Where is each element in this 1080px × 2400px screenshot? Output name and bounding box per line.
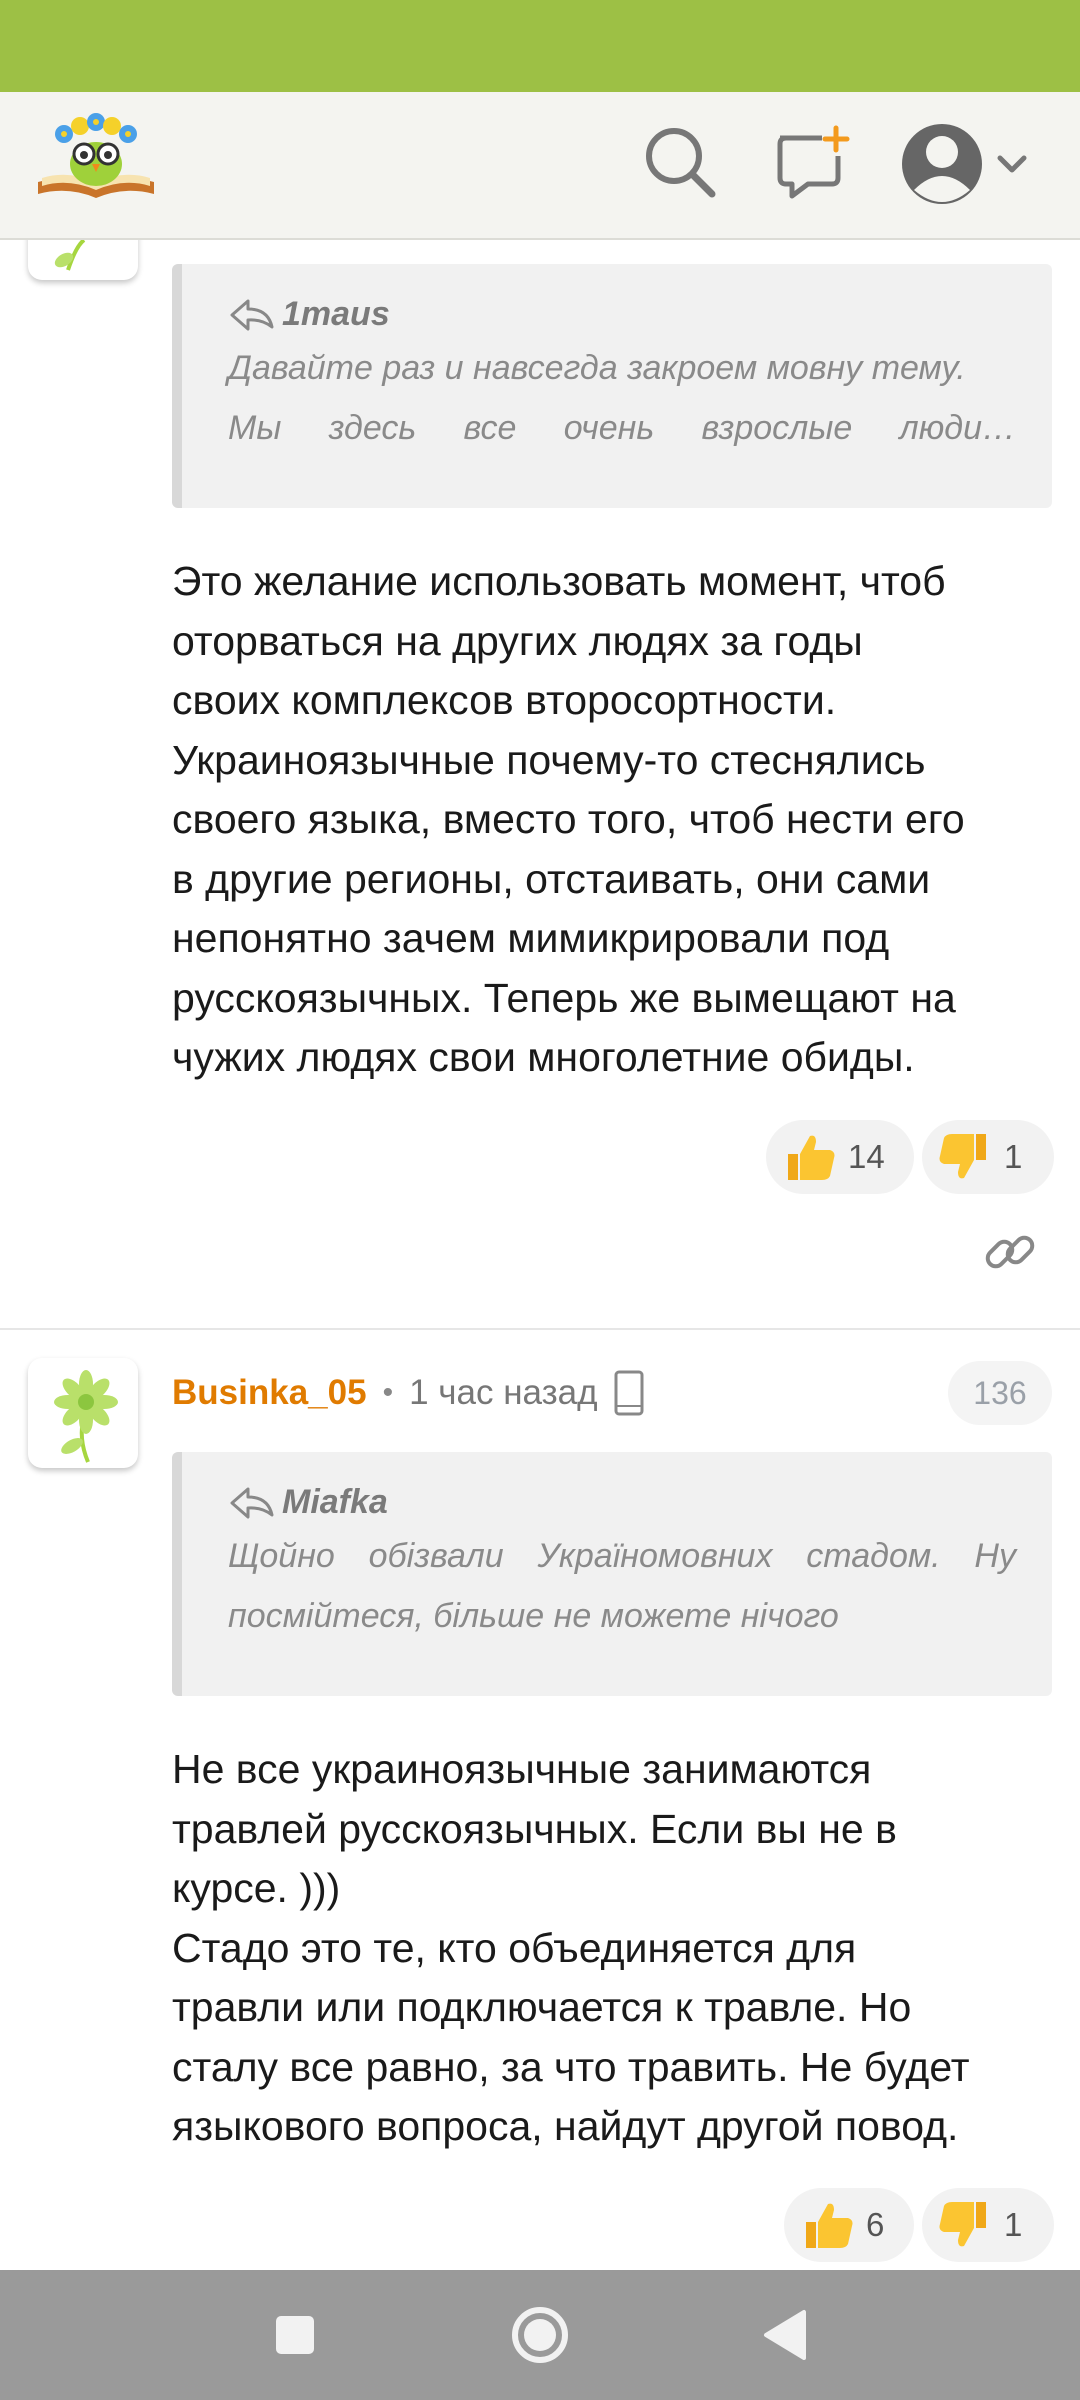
quote-text: Давайте раз и навсегда закроем мовну тем… xyxy=(228,349,1016,447)
like-button[interactable]: 14 xyxy=(766,1120,914,1194)
reply-arrow-icon xyxy=(230,1487,274,1519)
back-triangle-icon[interactable] xyxy=(750,2300,820,2370)
dislike-button[interactable]: 1 xyxy=(922,2188,1054,2262)
like-count: 6 xyxy=(866,2206,885,2243)
status-bar xyxy=(0,0,1080,92)
system-nav-bar xyxy=(0,2270,1080,2400)
comment-count-badge: 136 xyxy=(948,1361,1052,1425)
mobile-device-icon xyxy=(614,1370,644,1416)
owl-book-logo[interactable] xyxy=(34,104,158,204)
recents-square-icon[interactable] xyxy=(260,2300,330,2370)
avatar[interactable] xyxy=(28,1358,138,1468)
timestamp: 1 час назад xyxy=(409,1373,598,1412)
like-count: 14 xyxy=(848,1138,885,1175)
like-button[interactable]: 6 xyxy=(784,2188,914,2262)
dislike-count: 1 xyxy=(1004,2206,1023,2243)
divider xyxy=(0,1328,1080,1330)
account-avatar-icon[interactable] xyxy=(896,118,1036,210)
new-post-icon[interactable] xyxy=(772,122,852,202)
quote-block: 1maus Давайте раз и навсегда закроем мов… xyxy=(172,264,1052,508)
reply-arrow-icon xyxy=(230,299,274,331)
thumbs-down-icon xyxy=(939,1134,986,1179)
quote-text: Щойно обізвали Україномовних стадом. Ну … xyxy=(228,1537,1016,1635)
chevron-down-icon xyxy=(997,155,1027,173)
username[interactable]: Businka_05 xyxy=(172,1373,367,1413)
comment-text: Не все украиноязычные занимаются травлей… xyxy=(172,1746,970,2149)
comment-text: Это желание использовать момент, чтоб от… xyxy=(172,558,965,1080)
comments-feed: 1maus Давайте раз и навсегда закроем мов… xyxy=(0,240,1080,2270)
separator-dot: • xyxy=(382,1376,394,1409)
quote-author[interactable]: 1maus xyxy=(282,295,390,334)
avatar[interactable] xyxy=(28,240,138,280)
search-icon[interactable] xyxy=(640,122,720,202)
thumbs-up-icon xyxy=(788,1135,835,1180)
link-icon[interactable] xyxy=(982,1224,1038,1280)
dislike-button[interactable]: 1 xyxy=(922,1120,1054,1194)
dislike-count: 1 xyxy=(1004,1138,1023,1175)
quote-block: Miafka Щойно обізвали Україномовних стад… xyxy=(172,1452,1052,1696)
comment-meta: Businka_05 • 1 час назад xyxy=(172,1363,646,1423)
quote-author[interactable]: Miafka xyxy=(282,1483,388,1522)
home-circle-icon[interactable] xyxy=(505,2300,575,2370)
thumbs-down-icon xyxy=(939,2202,986,2247)
app-header xyxy=(0,92,1080,240)
thumbs-up-icon xyxy=(806,2203,853,2248)
